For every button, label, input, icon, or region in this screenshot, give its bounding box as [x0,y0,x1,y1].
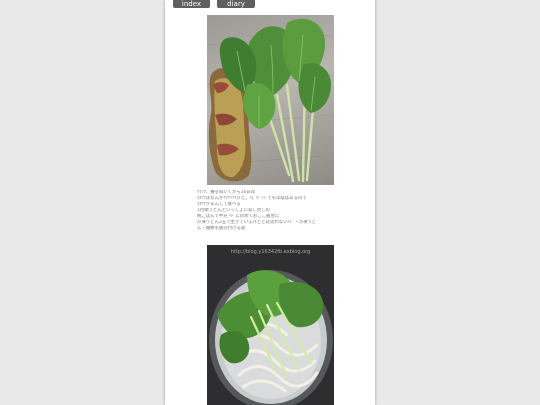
colander-illustration [207,245,334,405]
leafy-greens-illustration [207,18,334,183]
post-line: ん・麺類も販売付ける吸 [197,226,246,231]
index-button[interactable]: index [173,0,210,8]
photo-watermark: http://blog.y16342fb.exblog.org [230,249,311,255]
leafy-greens-photo [207,15,334,185]
boiled-greens-udon-photo: http://blog.y16342fb.exblog.org [207,245,334,405]
post-body: ﾂﾌｱｸ、種を蒔いてから30日目 ｺﾏﾂﾅはなんかｲｹｹｲﾅｲけど。ﾍ(ﾟ∀ﾟ)… [197,190,345,232]
diary-index-button[interactable]: diary index [217,0,255,8]
